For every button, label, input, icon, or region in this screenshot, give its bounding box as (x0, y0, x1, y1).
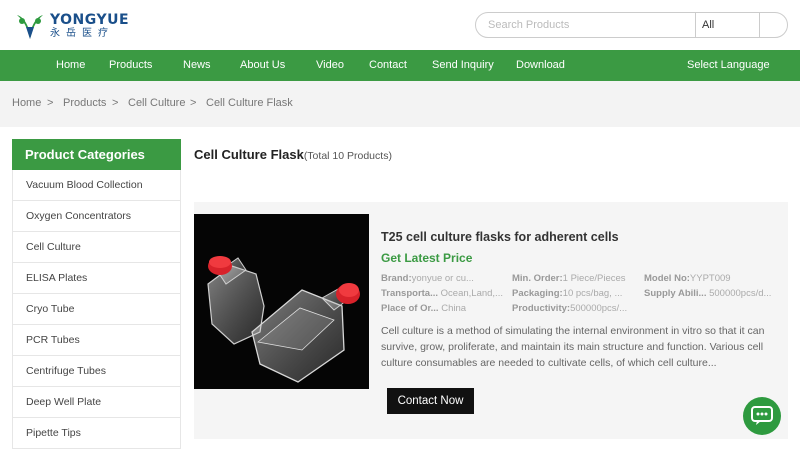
spec-supply-ability: Supply Abili... 500000pcs/d... (644, 288, 772, 299)
product-card: T25 cell culture flasks for adherent cel… (194, 202, 788, 439)
nav-home[interactable]: Home (56, 50, 85, 81)
product-image[interactable] (194, 214, 369, 389)
page-title-text: Cell Culture Flask (194, 147, 304, 162)
breadcrumb-separator: > (112, 97, 119, 109)
breadcrumb-home[interactable]: Home (12, 97, 41, 109)
main-nav: Home Products News About Us Video Contac… (0, 50, 800, 81)
product-description: Cell culture is a method of simulating t… (381, 325, 765, 369)
logo-mark-icon (14, 11, 46, 41)
breadcrumb-separator: > (47, 97, 54, 109)
site-header: YONGYUE 永岳医疗 All (0, 0, 800, 50)
breadcrumb-cell-culture[interactable]: Cell Culture (128, 97, 185, 109)
nav-contact[interactable]: Contact (369, 50, 407, 81)
sidebar-title: Product Categories (12, 139, 181, 170)
sidebar-item-cryo-tube[interactable]: Cryo Tube (12, 294, 181, 325)
brand-logo[interactable]: YONGYUE 永岳医疗 (14, 10, 144, 42)
sidebar-item-deep-well-plate[interactable]: Deep Well Plate (12, 387, 181, 418)
sidebar-item-oxygen-concentrators[interactable]: Oxygen Concentrators (12, 201, 181, 232)
search-button[interactable] (759, 13, 787, 37)
sidebar-item-pcr-tubes[interactable]: PCR Tubes (12, 325, 181, 356)
breadcrumb: Home > Products > Cell Culture > Cell Cu… (0, 81, 800, 127)
brand-name: YONGYUE (50, 12, 130, 28)
brand-name-cn: 永岳医疗 (50, 28, 114, 39)
language-selector[interactable]: Select Language (687, 50, 770, 81)
nav-download[interactable]: Download (516, 50, 565, 81)
sidebar-item-pipette-tips[interactable]: Pipette Tips (12, 418, 181, 449)
sidebar-item-cell-culture[interactable]: Cell Culture (12, 232, 181, 263)
spec-transportation: Transporta... Ocean,Land,... (381, 288, 503, 299)
spec-productivity: Productivity:500000pcs/... (512, 303, 628, 314)
spec-packaging: Packaging:10 pcs/bag, ... (512, 288, 623, 299)
search-category-select[interactable]: All (695, 13, 759, 37)
breadcrumb-separator: > (190, 97, 197, 109)
spec-brand: Brand:yonyue or cu... (381, 273, 474, 284)
breadcrumb-current: Cell Culture Flask (206, 97, 293, 109)
breadcrumb-products[interactable]: Products (63, 97, 106, 109)
spec-place-of-origin: Place of Or... China (381, 303, 467, 314)
nav-about-us[interactable]: About Us (240, 50, 285, 81)
page-title: Cell Culture Flask(Total 10 Products) (194, 147, 392, 162)
contact-now-button[interactable]: Contact Now (387, 388, 474, 414)
sidebar-item-elisa-plates[interactable]: ELISA Plates (12, 263, 181, 294)
chat-widget-button[interactable] (743, 397, 781, 435)
sidebar-item-vacuum-blood-collection[interactable]: Vacuum Blood Collection (12, 170, 181, 201)
search-input[interactable] (476, 13, 695, 37)
search-bar: All (475, 12, 788, 38)
category-sidebar: Product Categories Vacuum Blood Collecti… (12, 139, 181, 449)
chat-bubble-icon (751, 406, 773, 425)
get-latest-price-link[interactable]: Get Latest Price (381, 251, 472, 265)
spec-min-order: Min. Order:1 Piece/Pieces (512, 273, 626, 284)
nav-send-inquiry[interactable]: Send Inquiry (432, 50, 494, 81)
product-title[interactable]: T25 cell culture flasks for adherent cel… (381, 230, 619, 244)
nav-video[interactable]: Video (316, 50, 344, 81)
sidebar-item-centrifuge-tubes[interactable]: Centrifuge Tubes (12, 356, 181, 387)
nav-products[interactable]: Products (109, 50, 152, 81)
spec-model-no: Model No:YYPT009 (644, 273, 731, 284)
cell-culture-flask-illustration (207, 256, 360, 383)
product-count: (Total 10 Products) (303, 150, 392, 162)
nav-news[interactable]: News (183, 50, 211, 81)
